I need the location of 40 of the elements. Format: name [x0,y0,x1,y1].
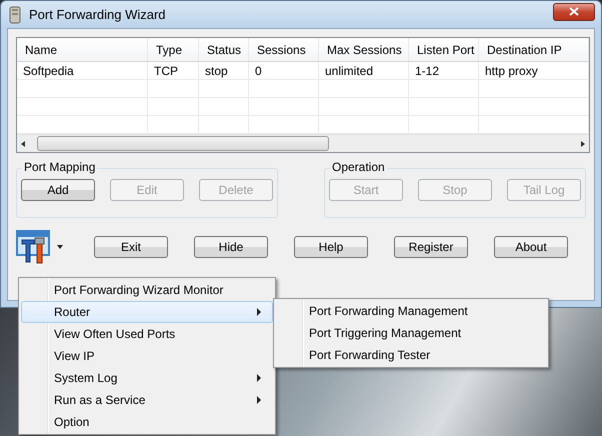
group-title: Operation [330,160,387,174]
group-title: Port Mapping [22,160,98,174]
column-header[interactable]: Max Sessions [319,38,409,61]
scrollbar-thumb[interactable] [37,136,329,151]
menu-item[interactable]: Run as a Service [21,389,273,411]
menu-item[interactable]: System Log [21,367,273,389]
column-header[interactable]: Destination IP [479,38,589,61]
window-button[interactable]: Help [294,236,368,258]
server-icon [7,6,23,24]
menu-item[interactable]: Port Forwarding Wizard Monitor [21,279,273,301]
menu-item[interactable]: View IP [21,345,273,367]
table-cell: unlimited [319,62,409,80]
table-cell: stop [199,62,249,80]
table-cell: 0 [249,62,319,80]
menu-item[interactable]: Router [21,301,273,323]
table-cell: Softpedia [17,62,148,80]
column-header[interactable]: Listen Port [409,38,479,61]
window-button[interactable]: Register [394,236,468,258]
window-button[interactable]: About [494,236,568,258]
menu-item[interactable]: Port Forwarding Tester [276,344,546,366]
close-button[interactable] [553,2,595,20]
caret-icon[interactable] [56,244,64,250]
table-cell: 1-12 [409,62,479,80]
tools-icon[interactable] [16,230,52,264]
close-icon [569,7,579,16]
window-button[interactable]: Hide [194,236,268,258]
action-button[interactable]: Add [21,179,95,201]
column-header[interactable]: Name [17,38,148,61]
column-header[interactable]: Status [199,38,249,61]
column-header[interactable]: Sessions [249,38,319,61]
menu-item[interactable]: Port Forwarding Management [276,300,546,322]
menu-item[interactable]: Option [21,411,273,433]
table-cell: TCP [148,62,199,80]
window-title: Port Forwarding Wizard [29,7,167,22]
column-header[interactable]: Type [148,38,199,61]
window-button[interactable]: Exit [94,236,168,258]
table-cell: http proxy [479,62,589,80]
horizontal-scrollbar[interactable] [17,134,589,152]
menu-item[interactable]: View Often Used Ports [21,323,273,345]
menu-item[interactable]: Port Triggering Management [276,322,546,344]
